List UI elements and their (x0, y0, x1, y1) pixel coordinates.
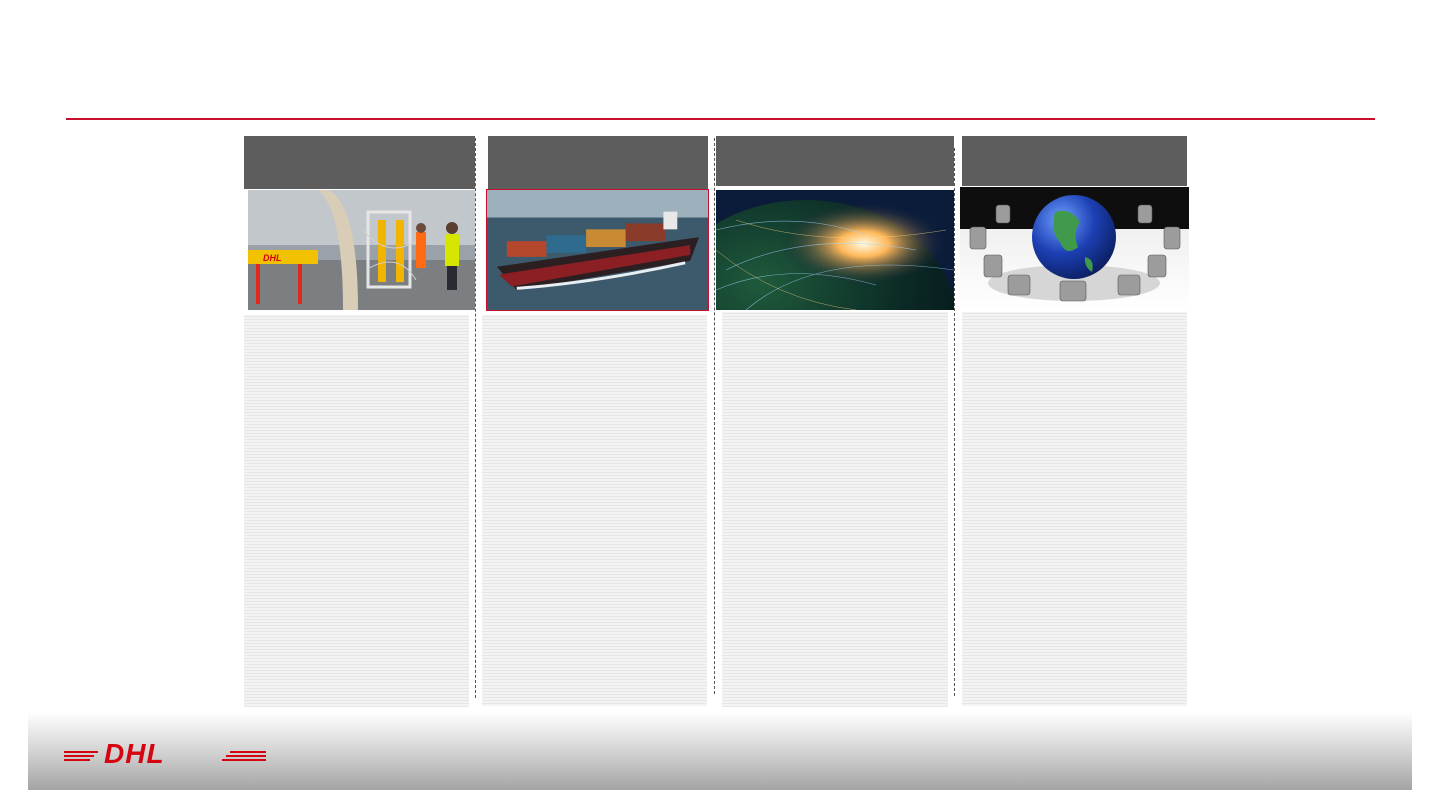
column-body-ocean (482, 315, 707, 706)
global-network-photo (716, 190, 954, 310)
column-divider (475, 138, 476, 698)
container-ship-photo (486, 189, 709, 311)
column-body-network (722, 312, 948, 707)
column-header-air (244, 136, 475, 189)
column-body-air (244, 315, 469, 707)
column-header-network (716, 136, 954, 186)
dhl-logo: DHL (64, 738, 266, 769)
column-divider (714, 138, 715, 694)
column-header-ocean (488, 136, 708, 189)
column-body-meeting (962, 312, 1187, 706)
logo-text: DHL (104, 740, 165, 766)
title-rule (66, 118, 1375, 120)
svg-text:DHL: DHL (263, 253, 282, 263)
column-header-meeting (962, 136, 1187, 186)
air-cargo-photo: DHL (248, 190, 475, 310)
slide-title (66, 60, 1366, 100)
column-divider (954, 148, 955, 696)
globe-meeting-photo (960, 187, 1189, 310)
